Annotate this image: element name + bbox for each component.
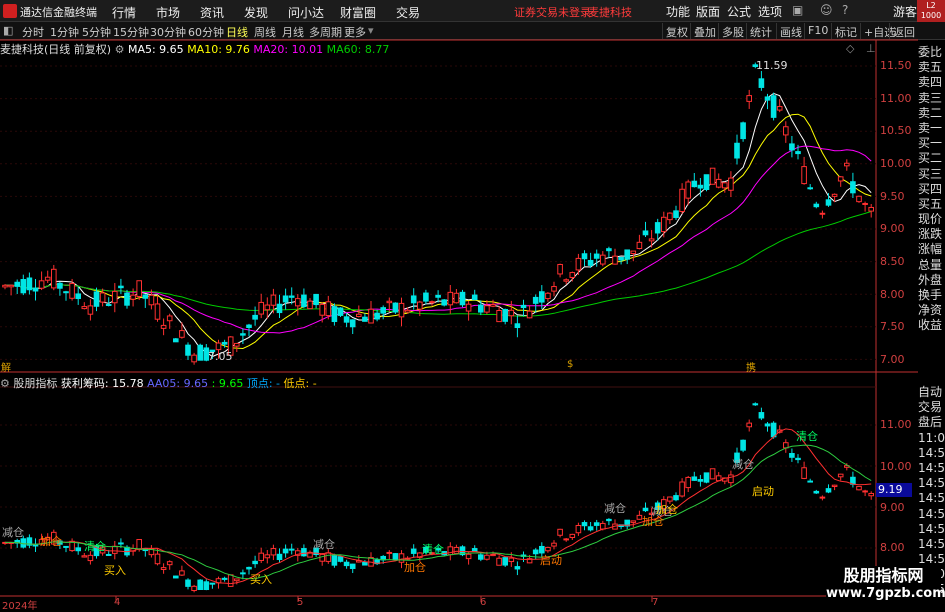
ytick-10-00: 10.00	[880, 157, 912, 170]
signal-label: 减仓	[604, 502, 626, 515]
sub-settings-icon[interactable]: ⚙	[0, 377, 10, 390]
event-marker-unlock[interactable]: 解	[1, 359, 11, 374]
xtick-apr: 4	[114, 597, 121, 608]
sidebar-bottom-item-9[interactable]: 14:56	[918, 522, 945, 537]
sidebar-bottom-item-1[interactable]: 交易	[918, 400, 945, 415]
sidebar-bottom-item-8[interactable]: 14:56	[918, 507, 945, 522]
signal-label: 减仓	[2, 526, 24, 539]
main-y-axis: 11.50 11.00 10.50 10.00 9.50 9.00 8.50 8…	[880, 0, 918, 372]
sidebar-top-item-0[interactable]: 委比	[918, 45, 945, 60]
main-candles	[2, 62, 875, 365]
event-marker-carry[interactable]: 携	[746, 359, 756, 374]
sidebar-bottom-item-2[interactable]: 盘后	[918, 415, 945, 430]
signal-label: 启动	[540, 554, 562, 567]
sub-ytick-9: 9.00	[880, 501, 905, 514]
sidebar-top-item-12[interactable]: 涨跌	[918, 227, 945, 242]
aa05-label: AA05: 9.65	[147, 377, 209, 390]
ytick-7-00: 7.00	[880, 353, 905, 366]
signal-label: 启动	[752, 485, 774, 498]
sub-ytick-10: 10.00	[880, 460, 912, 473]
sidebar-top-item-17[interactable]: 净资	[918, 303, 945, 318]
sidebar-top-item-2[interactable]: 卖四	[918, 75, 945, 90]
low-price-label: 7.05	[208, 350, 233, 363]
sidebar-bottom-item-11[interactable]: 14:56	[918, 552, 945, 567]
xtick-may: 5	[297, 597, 304, 608]
sub-y-axis: 11.00 10.00 9.00 8.00 9.19	[876, 372, 918, 596]
ytick-9-50: 9.50	[880, 190, 905, 203]
xtick-year: 2024年	[2, 601, 38, 612]
xtick-jul: 7	[652, 597, 659, 608]
signal-label: 加仓	[404, 561, 426, 574]
sidebar-top: 委比 卖五 卖四 卖三 卖二 卖一 买一 买二 买三 买四 买五 现价 涨跌 涨幅 总量 外盘 换手 净资 收益	[918, 45, 945, 334]
signal-label: 清仓	[796, 430, 818, 443]
sidebar-top-item-11[interactable]: 现价	[918, 212, 945, 227]
ytick-8-00: 8.00	[880, 288, 905, 301]
ytick-7-50: 7.50	[880, 320, 905, 333]
sub-chart-header: ⚙ 股朋指标 获利筹码: 15.78 AA05: 9.65 : 9.65 顶点:…	[0, 375, 317, 390]
sidebar-bottom-item-3[interactable]: 11:00	[918, 431, 945, 446]
sub-ytick-8: 8.00	[880, 541, 905, 554]
signal-label: 加仓	[656, 503, 678, 516]
signal-label: 买入	[104, 564, 126, 577]
level-badge[interactable]: L2 1000	[917, 0, 945, 22]
high-price-label: 11.59	[756, 59, 788, 72]
sidebar-top-item-4[interactable]: 卖二	[918, 106, 945, 121]
signal-label: 减仓	[732, 458, 754, 471]
profit-chips-label: 获利筹码: 15.78	[60, 377, 144, 390]
sidebar-bottom-item-0[interactable]: 自动	[918, 385, 945, 400]
chart-canvas[interactable]	[0, 0, 918, 609]
ytick-9-00: 9.00	[880, 222, 905, 235]
sidebar-top-item-9[interactable]: 买四	[918, 182, 945, 197]
signal-label: 加仓	[40, 535, 62, 548]
sidebar-top-item-6[interactable]: 买一	[918, 136, 945, 151]
watermark-title: 股朋指标网	[843, 566, 924, 585]
sidebar-top-item-7[interactable]: 买二	[918, 151, 945, 166]
sidebar-top-item-3[interactable]: 卖三	[918, 91, 945, 106]
signal-label: 买入	[250, 573, 272, 586]
sidebar-top-item-16[interactable]: 换手	[918, 288, 945, 303]
sidebar-bottom-item-4[interactable]: 14:56	[918, 446, 945, 461]
sidebar-top-item-5[interactable]: 卖一	[918, 121, 945, 136]
sidebar-top-item-8[interactable]: 买三	[918, 167, 945, 182]
sidebar-top-item-18[interactable]: 收益	[918, 318, 945, 333]
ytick-8-50: 8.50	[880, 255, 905, 268]
sub-ytick-11: 11.00	[880, 418, 912, 431]
sidebar-top-item-15[interactable]: 外盘	[918, 273, 945, 288]
signal-label: 减仓	[313, 538, 335, 551]
signal-label: 清仓	[422, 543, 444, 556]
sidebar-top-item-10[interactable]: 买五	[918, 197, 945, 212]
event-marker-dollar[interactable]: $	[567, 359, 573, 370]
ytick-10-50: 10.50	[880, 124, 912, 137]
ytick-11-00: 11.00	[880, 92, 912, 105]
signal-label: 清仓	[84, 540, 106, 553]
sidebar-bottom-item-6[interactable]: 14:56	[918, 476, 945, 491]
sidebar-top-item-1[interactable]: 卖五	[918, 60, 945, 75]
watermark-url: www.7gpzb.com	[826, 586, 945, 601]
sidebar-bottom-item-5[interactable]: 14:56	[918, 461, 945, 476]
low-point-label: 低点: -	[283, 377, 317, 390]
watermark: 股朋指标网 www.7gpzb.com	[826, 566, 945, 606]
sidebar-top-item-13[interactable]: 涨幅	[918, 242, 945, 257]
line-value-label: : 9.65	[211, 377, 244, 390]
indicator-name: 股朋指标	[13, 377, 58, 390]
sidebar-bottom-item-7[interactable]: 14:56	[918, 491, 945, 506]
sidebar-bottom-item-10[interactable]: 14:56	[918, 537, 945, 552]
sidebar-top-item-14[interactable]: 总量	[918, 258, 945, 273]
ytick-11-50: 11.50	[880, 59, 912, 72]
current-value-badge: 9.19	[876, 483, 912, 497]
top-point-label: 顶点: -	[246, 377, 281, 390]
xtick-jun: 6	[480, 597, 487, 608]
x-axis: 2024年 4 5 6 7	[0, 597, 876, 612]
sub-candles	[2, 402, 875, 593]
